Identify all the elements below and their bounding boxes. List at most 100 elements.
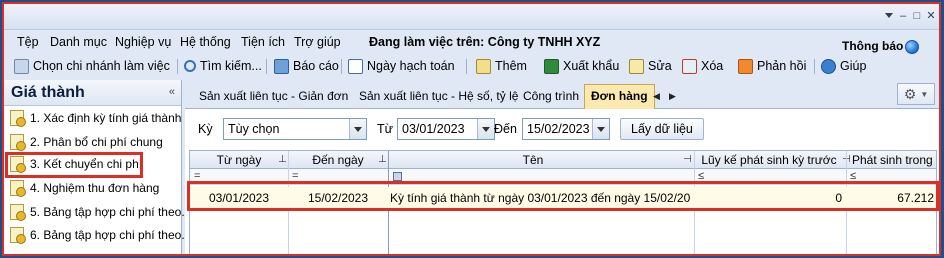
app-window: – □ ✕ Tệp Danh mục Nghiệp vụ Hệ thống Ti… (2, 2, 941, 256)
period-value: Tùy chọn (228, 122, 280, 136)
tab-continuous-ratio[interactable]: Sản xuất liên tục - Hệ số, tỷ lệ (353, 86, 524, 108)
minimize-icon[interactable]: – (897, 10, 909, 22)
row-highlight-box (187, 181, 939, 211)
working-company-label: Đang làm việc trên: Công ty TNHH XYZ (369, 35, 601, 49)
filter-box-icon[interactable] (393, 172, 402, 181)
filter-bar: Kỳ Tùy chọn Từ 03/01/2023 Đến 15/02/2023… (185, 110, 939, 148)
left-item-cost-summary-1[interactable]: 5. Bảng tập hợp chi phí theo... (10, 202, 191, 222)
grid-header: Từ ngày ⊥ Đến ngày ⊥ Tên ⊣ Lũy kế phát s… (190, 151, 936, 169)
menu-catalog[interactable]: Danh mục (50, 35, 107, 49)
accounting-date-label: Ngày hạch toán (367, 59, 455, 73)
left-item-allocate-costs[interactable]: 2. Phân bổ chi phí chung (10, 132, 163, 152)
menu-operations[interactable]: Nghiệp vụ (115, 35, 171, 49)
choose-branch-label: Chọn chi nhánh làm việc (33, 59, 170, 73)
pin-icon[interactable]: ⊥ (278, 154, 287, 165)
add-icon (476, 58, 491, 74)
tab-construction[interactable]: Công trình (517, 86, 585, 108)
calendar-icon (348, 58, 363, 74)
feedback-button[interactable]: Phản hồi (738, 57, 806, 75)
help-label: Giúp (840, 59, 867, 73)
menu-utilities[interactable]: Tiện ích (241, 35, 285, 49)
left-item-order-acceptance[interactable]: 4. Nghiệm thu đơn hàng (10, 178, 159, 198)
pin-icon[interactable]: ⊣ (683, 154, 692, 165)
from-date-field[interactable]: 03/01/2023 (397, 118, 495, 140)
document-icon (10, 227, 26, 244)
edit-button[interactable]: Sửa (629, 57, 672, 75)
menu-file[interactable]: Tệp (17, 35, 39, 49)
tab-scroll-left-icon[interactable]: ◀ (653, 91, 660, 102)
chevron-down-icon[interactable] (349, 119, 366, 139)
edit-icon (629, 58, 644, 74)
search-button[interactable]: Tìm kiếm... (184, 57, 262, 75)
from-date-value: 03/01/2023 (402, 122, 465, 136)
left-item-label: 6. Bảng tập hợp chi phí theo... (30, 228, 192, 242)
left-item-cost-summary-2[interactable]: 6. Bảng tập hợp chi phí theo... (10, 225, 191, 245)
left-item-determine-period[interactable]: 1. Xác định kỳ tính giá thành (10, 108, 181, 128)
to-date-value: 15/02/2023 (527, 122, 590, 136)
report-label: Báo cáo (293, 59, 339, 73)
chevron-down-icon[interactable] (592, 119, 609, 139)
close-icon[interactable]: ✕ (925, 10, 937, 22)
menu-help[interactable]: Trợ giúp (294, 35, 341, 49)
period-select[interactable]: Tùy chọn (223, 118, 367, 140)
delete-icon (682, 58, 697, 74)
tab-scroll-right-icon[interactable]: ▶ (669, 91, 676, 102)
from-label: Từ (377, 122, 394, 136)
title-bar: – □ ✕ (4, 4, 939, 30)
menu-bar: Tệp Danh mục Nghiệp vụ Hệ thống Tiện ích… (4, 31, 939, 53)
add-button[interactable]: Thêm (476, 57, 527, 75)
left-panel-header: Giá thành « (4, 80, 181, 106)
collapse-icon[interactable]: « (169, 86, 175, 98)
col-previous-accumulated[interactable]: Lũy kế phát sinh kỳ trước (694, 153, 844, 167)
mail-icon (738, 58, 753, 74)
edit-label: Sửa (648, 59, 672, 73)
excel-icon (544, 58, 559, 74)
chevron-down-icon: ▼ (920, 89, 929, 99)
period-label: Kỳ (198, 122, 213, 136)
document-icon (10, 134, 26, 151)
report-button[interactable]: Báo cáo (274, 57, 339, 75)
tab-strip: Sản xuất liên tục - Giản đơn Sản xuất li… (185, 80, 939, 109)
accounting-date-button[interactable]: Ngày hạch toán (348, 57, 455, 75)
load-data-button[interactable]: Lấy dữ liệu (620, 118, 704, 140)
tab-orders[interactable]: Đơn hàng (584, 84, 655, 109)
left-panel: Giá thành « 1. Xác định kỳ tính giá thàn… (4, 80, 191, 254)
delete-label: Xóa (701, 59, 724, 73)
help-button[interactable]: Giúp (821, 57, 866, 75)
left-item-label: 5. Bảng tập hợp chi phí theo... (30, 205, 192, 219)
settings-button[interactable]: ⚙ ▼ (897, 83, 935, 105)
notification-label[interactable]: Thông báo (842, 39, 903, 53)
search-icon (184, 60, 196, 72)
col-name[interactable]: Tên (388, 153, 678, 167)
document-icon (10, 204, 26, 221)
export-button[interactable]: Xuất khẩu (544, 57, 619, 75)
pin-icon[interactable]: ⊥ (378, 154, 387, 165)
choose-branch-button[interactable]: Chọn chi nhánh làm việc (14, 57, 170, 75)
document-icon (10, 180, 26, 197)
left-item-label: 1. Xác định kỳ tính giá thành (30, 111, 182, 125)
left-item-label: 4. Nghiệm thu đơn hàng (30, 181, 160, 195)
globe-icon[interactable] (905, 40, 919, 54)
help-icon (821, 58, 836, 74)
left-item-label: 2. Phân bổ chi phí chung (30, 135, 163, 149)
to-date-field[interactable]: 15/02/2023 (522, 118, 610, 140)
restore-icon[interactable]: □ (911, 10, 923, 22)
branch-icon (14, 58, 29, 74)
tab-continuous-simple[interactable]: Sản xuất liên tục - Giản đơn (193, 86, 354, 108)
add-label: Thêm (495, 59, 527, 73)
toolbar: Chọn chi nhánh làm việc Tìm kiếm... Báo … (4, 54, 939, 78)
col-from-date[interactable]: Từ ngày (190, 153, 288, 167)
search-label: Tìm kiếm... (200, 59, 262, 73)
report-icon (274, 58, 289, 74)
col-period-amount[interactable]: Phát sinh trong kỳ (850, 153, 936, 167)
highlight-box (5, 152, 143, 178)
caret-down-icon[interactable] (885, 13, 893, 18)
col-to-date[interactable]: Đến ngày (288, 153, 388, 167)
export-label: Xuất khẩu (563, 59, 620, 73)
delete-button[interactable]: Xóa (682, 57, 723, 75)
gear-icon: ⚙ (903, 85, 917, 102)
document-icon (10, 110, 26, 127)
left-panel-title: Giá thành (11, 84, 85, 101)
chevron-down-icon[interactable] (477, 119, 494, 139)
menu-system[interactable]: Hệ thống (180, 35, 231, 49)
